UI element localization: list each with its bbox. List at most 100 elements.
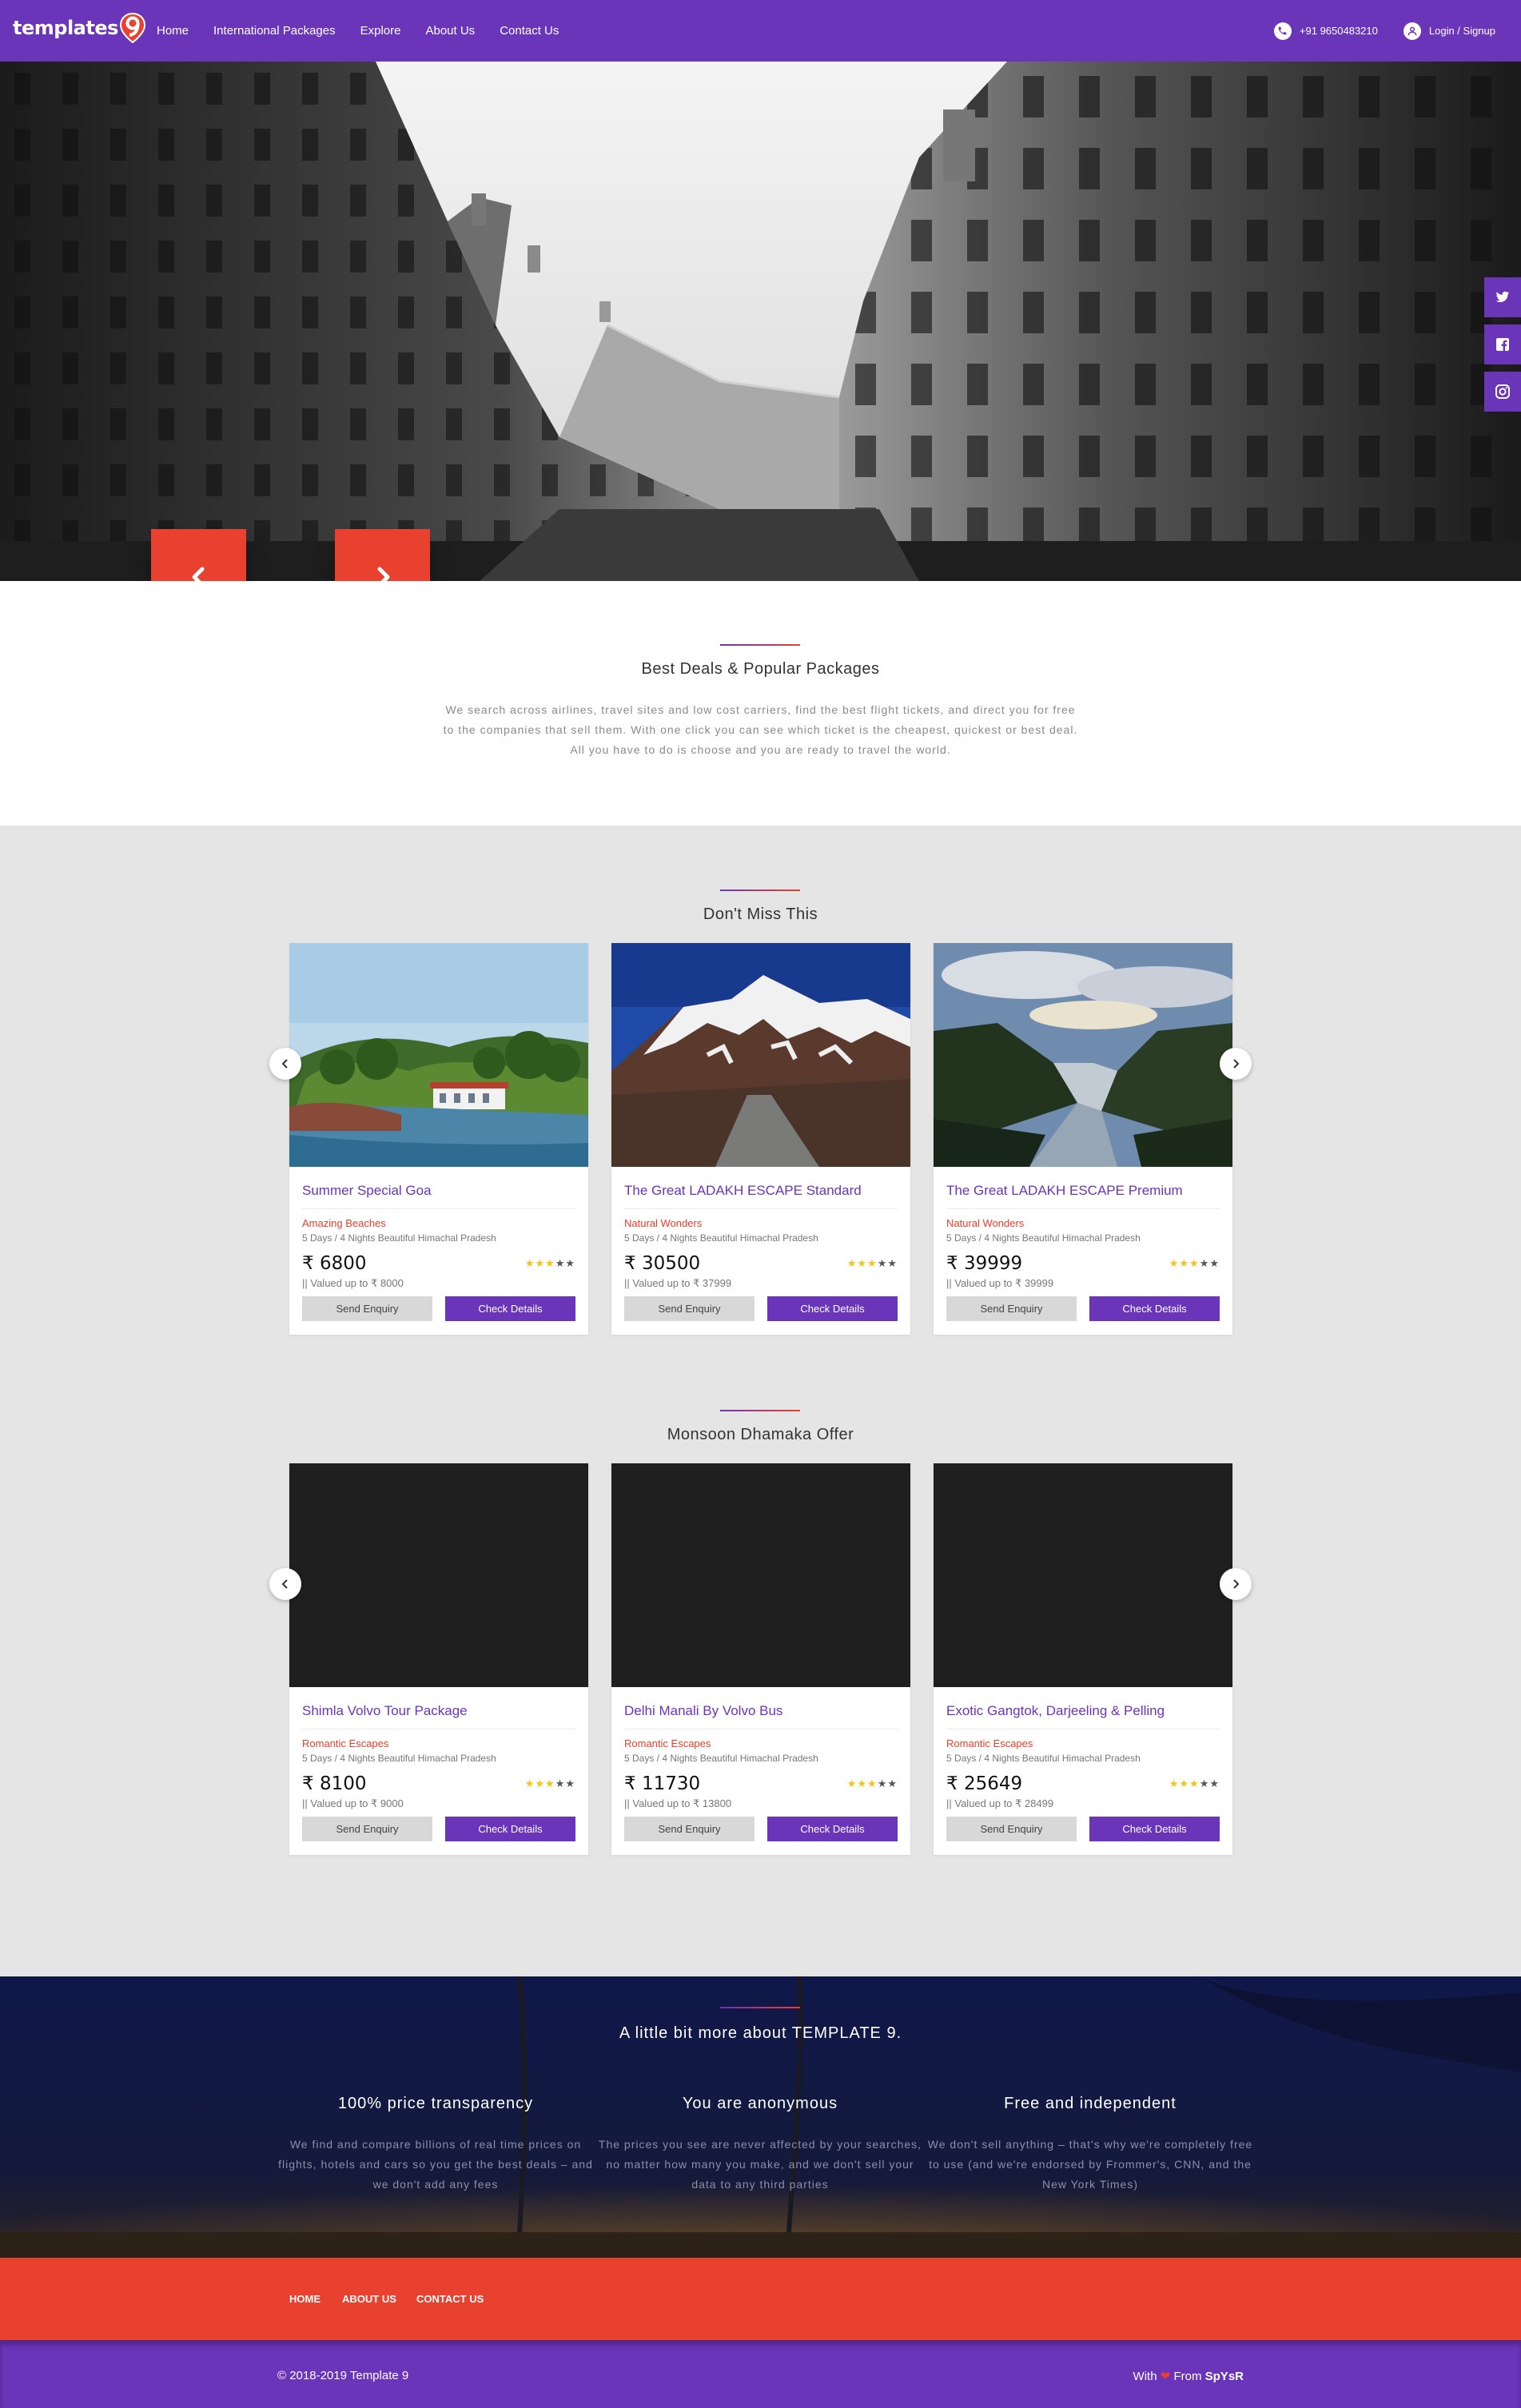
check-details-button[interactable]: Check Details — [445, 1296, 575, 1321]
card-title[interactable]: Summer Special Goa — [302, 1183, 575, 1209]
twitter-link[interactable] — [1484, 277, 1521, 317]
feature-title: You are anonymous — [682, 2095, 838, 2112]
about-section: A little bit more about TEMPLATE 9. 100%… — [0, 1976, 1521, 2258]
phone-number: +91 9650483210 — [1299, 25, 1378, 37]
brand-name: templates — [13, 17, 118, 39]
nav-international-packages[interactable]: International Packages — [213, 24, 336, 38]
check-details-button[interactable]: Check Details — [1089, 1296, 1220, 1321]
user-icon — [1403, 22, 1421, 40]
rupee-symbol: ₹ — [624, 1773, 636, 1794]
rupee-symbol: ₹ — [946, 1773, 958, 1794]
carousel-prev-button[interactable] — [269, 1048, 301, 1080]
chevron-left-icon — [281, 1579, 288, 1589]
card-category: Romantic Escapes — [624, 1737, 711, 1749]
star-rating: ★★★★★ — [846, 1777, 898, 1789]
card-duration: 5 Days / 4 Nights Beautiful Himachal Pra… — [302, 1753, 496, 1764]
map-pin-nine-icon — [119, 13, 145, 43]
card-title[interactable]: Delhi Manali By Volvo Bus — [624, 1703, 898, 1729]
section-divider — [720, 2007, 800, 2008]
card-category: Amazing Beaches — [302, 1217, 386, 1229]
star-rating: ★★★★★ — [846, 1257, 898, 1269]
card-duration: 5 Days / 4 Nights Beautiful Himachal Pra… — [624, 1753, 818, 1764]
hero-next-button[interactable] — [335, 529, 430, 581]
author-name[interactable]: SpYsR — [1205, 2370, 1244, 2383]
package-card: Exotic Gangtok, Darjeeling & Pelling Rom… — [934, 1463, 1232, 1855]
package-card: The Great LADAKH ESCAPE Premium Natural … — [934, 943, 1232, 1335]
facebook-icon — [1496, 338, 1509, 351]
dont-miss-title: Don't Miss This — [703, 905, 818, 923]
chevron-right-icon — [377, 567, 389, 581]
ladakh-river-image — [934, 943, 1232, 1167]
carousel-next-button[interactable] — [1220, 1048, 1252, 1080]
send-enquiry-button[interactable]: Send Enquiry — [302, 1296, 432, 1321]
card-duration: 5 Days / 4 Nights Beautiful Himachal Pra… — [946, 1232, 1141, 1244]
section-divider — [720, 644, 800, 646]
credit-text: With ❤ From SpYsR — [1133, 2370, 1244, 2383]
star-rating: ★★★★★ — [524, 1777, 575, 1789]
feature-text: We find and compare billions of real tim… — [278, 2138, 593, 2191]
star-rating: ★★★★★ — [524, 1257, 575, 1269]
package-image-placeholder — [934, 1463, 1232, 1687]
footer-bottom: © 2018-2019 Template 9 With ❤ From SpYsR — [0, 2340, 1521, 2408]
rupee-symbol: ₹ — [302, 1253, 314, 1274]
card-title[interactable]: Shimla Volvo Tour Package — [302, 1703, 575, 1729]
nav-about-us[interactable]: About Us — [425, 24, 475, 38]
instagram-link[interactable] — [1484, 372, 1521, 412]
send-enquiry-button[interactable]: Send Enquiry — [302, 1817, 432, 1841]
package-card: Delhi Manali By Volvo Bus Romantic Escap… — [611, 1463, 910, 1855]
login-signup-link[interactable]: Login / Signup — [1403, 22, 1495, 40]
twitter-icon — [1495, 291, 1510, 303]
package-card: The Great LADAKH ESCAPE Standard Natural… — [611, 943, 910, 1335]
phone-link[interactable]: +91 9650483210 — [1273, 22, 1378, 40]
copyright-text: © 2018-2019 Template 9 — [277, 2369, 409, 2382]
send-enquiry-button[interactable]: Send Enquiry — [624, 1296, 755, 1321]
hero-prev-button[interactable] — [151, 529, 246, 581]
nav-contact-us[interactable]: Contact Us — [500, 24, 559, 38]
card-title[interactable]: The Great LADAKH ESCAPE Premium — [946, 1183, 1220, 1209]
send-enquiry-button[interactable]: Send Enquiry — [946, 1817, 1077, 1841]
feature-text: The prices you see are never affected by… — [598, 2138, 922, 2191]
footer-contact-link[interactable]: CONTACT US — [416, 2293, 484, 2305]
card-price: ₹ 25649 — [946, 1773, 1023, 1794]
card-title[interactable]: Exotic Gangtok, Darjeeling & Pelling — [946, 1703, 1220, 1729]
send-enquiry-button[interactable]: Send Enquiry — [946, 1296, 1077, 1321]
package-card: Shimla Volvo Tour Package Romantic Escap… — [289, 1463, 588, 1855]
nav-home[interactable]: Home — [157, 24, 189, 38]
carousel-next-button[interactable] — [1220, 1568, 1252, 1600]
send-enquiry-button[interactable]: Send Enquiry — [624, 1817, 755, 1841]
check-details-button[interactable]: Check Details — [767, 1817, 898, 1841]
card-title[interactable]: The Great LADAKH ESCAPE Standard — [624, 1183, 898, 1209]
check-details-button[interactable]: Check Details — [1089, 1817, 1220, 1841]
card-price: ₹ 6800 — [302, 1253, 367, 1274]
package-card: Summer Special Goa Amazing Beaches 5 Day… — [289, 943, 588, 1335]
card-category: Romantic Escapes — [946, 1737, 1033, 1749]
about-title: A little bit more about TEMPLATE 9. — [619, 2024, 902, 2042]
brand-logo[interactable]: templates — [13, 13, 145, 43]
check-details-button[interactable]: Check Details — [767, 1296, 898, 1321]
instagram-icon — [1495, 384, 1510, 399]
card-valued: || Valued up to ₹ 8000 — [302, 1277, 404, 1289]
nav-right: +91 9650483210 Login / Signup — [1248, 0, 1495, 62]
footer-about-link[interactable]: ABOUT US — [342, 2293, 396, 2305]
section-divider — [720, 890, 800, 891]
card-category: Natural Wonders — [946, 1217, 1025, 1229]
chevron-right-icon — [1233, 1579, 1240, 1589]
nav-explore[interactable]: Explore — [360, 24, 401, 38]
facebook-link[interactable] — [1484, 324, 1521, 364]
check-details-button[interactable]: Check Details — [445, 1817, 575, 1841]
ladakh-mountain-image — [611, 943, 910, 1167]
feature-title: 100% price transparency — [337, 2095, 534, 2112]
login-label: Login / Signup — [1428, 25, 1495, 37]
carousel-prev-button[interactable] — [269, 1568, 301, 1600]
chevron-left-icon — [192, 567, 204, 581]
feature-text: We don't sell anything – that's why we'r… — [927, 2138, 1253, 2191]
package-image-placeholder — [289, 1463, 588, 1687]
rupee-symbol: ₹ — [624, 1253, 636, 1274]
hero-street-image — [0, 62, 1521, 581]
card-duration: 5 Days / 4 Nights Beautiful Himachal Pra… — [946, 1753, 1141, 1764]
star-rating: ★★★★★ — [1169, 1257, 1220, 1269]
heart-icon: ❤ — [1160, 2370, 1171, 2383]
card-valued: || Valued up to ₹ 9000 — [302, 1797, 404, 1809]
footer-home-link[interactable]: HOME — [289, 2293, 321, 2305]
card-category: Romantic Escapes — [302, 1737, 389, 1749]
